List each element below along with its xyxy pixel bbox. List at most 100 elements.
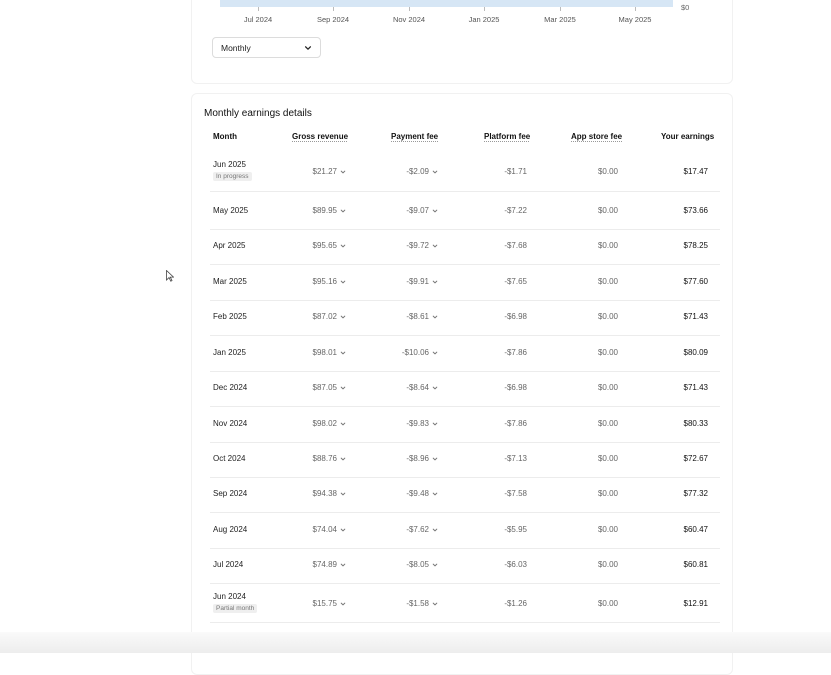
table-row: Mar 2025 $95.16 -$9.91 -$7.65 $0.00 $77.60 xyxy=(210,265,720,301)
expand-chevron-icon[interactable] xyxy=(429,167,438,176)
expand-chevron-icon[interactable] xyxy=(337,419,346,428)
expand-chevron-icon[interactable] xyxy=(337,454,346,463)
month-label: Feb 2025 xyxy=(213,312,247,321)
gross-revenue-cell[interactable]: $94.38 xyxy=(313,489,346,498)
month-cell: Aug 2024 xyxy=(213,525,247,534)
month-label: Dec 2024 xyxy=(213,383,248,392)
column-header-payment-fee[interactable]: Payment fee xyxy=(391,132,438,141)
gross-revenue-cell[interactable]: $89.95 xyxy=(313,206,346,215)
payment-fee-cell[interactable]: -$8.05 xyxy=(406,560,438,569)
app-store-fee-cell: $0.00 xyxy=(597,383,618,392)
gross-revenue-cell[interactable]: $98.01 xyxy=(313,348,346,357)
platform-fee-cell: -$7.22 xyxy=(504,206,527,215)
expand-chevron-icon[interactable] xyxy=(429,489,438,498)
period-select[interactable]: Monthly xyxy=(212,37,321,58)
month-cell: Mar 2025 xyxy=(213,277,247,286)
expand-chevron-icon[interactable] xyxy=(429,383,438,392)
expand-chevron-icon[interactable] xyxy=(337,277,346,286)
platform-fee-cell: -$7.86 xyxy=(504,348,527,357)
payment-fee-value: -$9.83 xyxy=(406,419,429,428)
your-earnings-cell: $60.81 xyxy=(683,560,708,569)
gross-revenue-cell[interactable]: $98.02 xyxy=(313,419,346,428)
table-row: Feb 2025 $87.02 -$8.61 -$6.98 $0.00 $71.43 xyxy=(210,300,720,336)
payment-fee-value: -$9.07 xyxy=(406,206,429,215)
gross-revenue-cell[interactable]: $21.27 xyxy=(313,167,346,176)
gross-revenue-cell[interactable]: $87.05 xyxy=(313,383,346,392)
your-earnings-cell: $71.43 xyxy=(683,312,708,321)
payment-fee-value: -$8.64 xyxy=(406,383,429,392)
gross-revenue-cell[interactable]: $74.89 xyxy=(313,560,346,569)
expand-chevron-icon[interactable] xyxy=(337,525,346,534)
your-earnings-cell: $80.33 xyxy=(683,419,708,428)
payment-fee-value: -$8.96 xyxy=(406,454,429,463)
expand-chevron-icon[interactable] xyxy=(337,241,346,250)
gross-revenue-cell[interactable]: $74.04 xyxy=(313,525,346,534)
expand-chevron-icon[interactable] xyxy=(429,312,438,321)
expand-chevron-icon[interactable] xyxy=(429,525,438,534)
payment-fee-cell[interactable]: -$10.06 xyxy=(402,348,438,357)
expand-chevron-icon[interactable] xyxy=(337,489,346,498)
payment-fee-cell[interactable]: -$8.61 xyxy=(406,312,438,321)
payment-fee-cell[interactable]: -$9.91 xyxy=(406,277,438,286)
expand-chevron-icon[interactable] xyxy=(337,167,346,176)
period-select-value: Monthly xyxy=(221,42,251,53)
gross-revenue-cell[interactable]: $95.65 xyxy=(313,241,346,250)
month-label: Sep 2024 xyxy=(213,489,248,498)
platform-fee-cell: -$1.71 xyxy=(504,167,527,176)
column-header-app-store-fee[interactable]: App store fee xyxy=(571,132,622,141)
payment-fee-cell[interactable]: -$9.83 xyxy=(406,419,438,428)
your-earnings-cell: $73.66 xyxy=(683,206,708,215)
payment-fee-cell[interactable]: -$8.96 xyxy=(406,454,438,463)
gross-revenue-value: $95.65 xyxy=(312,241,337,250)
payment-fee-cell[interactable]: -$9.07 xyxy=(406,206,438,215)
app-store-fee-cell: $0.00 xyxy=(597,312,618,321)
payment-fee-cell[interactable]: -$7.62 xyxy=(406,525,438,534)
expand-chevron-icon[interactable] xyxy=(337,206,346,215)
platform-fee-cell: -$7.86 xyxy=(504,419,527,428)
expand-chevron-icon[interactable] xyxy=(429,241,438,250)
gross-revenue-cell[interactable]: $95.16 xyxy=(313,277,346,286)
gross-revenue-cell[interactable]: $15.75 xyxy=(313,599,346,608)
expand-chevron-icon[interactable] xyxy=(429,277,438,286)
column-header-month: Month xyxy=(213,132,237,141)
payment-fee-cell[interactable]: -$8.64 xyxy=(406,383,438,392)
gross-revenue-value: $74.04 xyxy=(312,525,337,534)
platform-fee-cell: -$7.65 xyxy=(504,277,527,286)
table-row: Jan 2025 $98.01 -$10.06 -$7.86 $0.00 $80.09 xyxy=(210,336,720,372)
column-header-gross-revenue[interactable]: Gross revenue xyxy=(292,132,348,141)
gross-revenue-cell[interactable]: $87.02 xyxy=(313,312,346,321)
expand-chevron-icon[interactable] xyxy=(429,454,438,463)
gross-revenue-value: $88.76 xyxy=(312,454,337,463)
month-cell: Dec 2024 xyxy=(213,383,247,392)
payment-fee-value: -$10.06 xyxy=(401,348,429,357)
column-header-platform-fee[interactable]: Platform fee xyxy=(484,132,530,141)
expand-chevron-icon[interactable] xyxy=(429,560,438,569)
payment-fee-cell[interactable]: -$1.58 xyxy=(406,599,438,608)
expand-chevron-icon[interactable] xyxy=(429,599,438,608)
expand-chevron-icon[interactable] xyxy=(429,419,438,428)
platform-fee-cell: -$5.95 xyxy=(504,525,527,534)
month-cell: Feb 2025 xyxy=(213,312,247,321)
gross-revenue-value: $98.02 xyxy=(312,419,337,428)
expand-chevron-icon[interactable] xyxy=(337,312,346,321)
expand-chevron-icon[interactable] xyxy=(337,560,346,569)
expand-chevron-icon[interactable] xyxy=(429,348,438,357)
your-earnings-cell: $17.47 xyxy=(683,167,708,176)
payment-fee-cell[interactable]: -$9.48 xyxy=(406,489,438,498)
platform-fee-cell: -$6.03 xyxy=(504,560,527,569)
payment-fee-cell[interactable]: -$9.72 xyxy=(406,241,438,250)
x-tick-label: Jul 2024 xyxy=(243,15,273,24)
payment-fee-cell[interactable]: -$2.09 xyxy=(406,167,438,176)
expand-chevron-icon[interactable] xyxy=(337,383,346,392)
gross-revenue-cell[interactable]: $88.76 xyxy=(313,454,346,463)
expand-chevron-icon[interactable] xyxy=(337,599,346,608)
expand-chevron-icon[interactable] xyxy=(337,348,346,357)
bottom-edge xyxy=(0,632,831,653)
your-earnings-cell: $77.60 xyxy=(683,277,708,286)
your-earnings-cell: $78.25 xyxy=(683,241,708,250)
column-header-your-earnings: Your earnings xyxy=(661,132,715,141)
chevron-down-icon xyxy=(304,45,312,50)
gross-revenue-value: $21.27 xyxy=(312,167,337,176)
expand-chevron-icon[interactable] xyxy=(429,206,438,215)
table-row: Dec 2024 $87.05 -$8.64 -$6.98 $0.00 $71.43 xyxy=(210,371,720,407)
